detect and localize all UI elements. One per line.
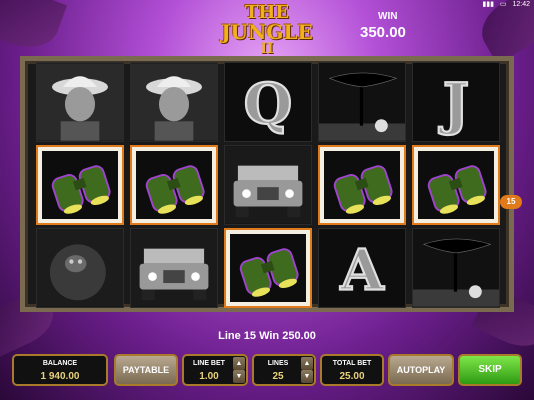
reel-2-symbol-2-binoculars (130, 145, 218, 225)
lines-display: LINES 25 ▲ ▼ (252, 354, 316, 386)
line-win-message: Line 15 Win 250.00 (218, 330, 316, 342)
lines-value: 25 (272, 371, 284, 382)
balance-value: 1 940.00 (40, 371, 80, 382)
reel-2-symbol-1-explorer (130, 62, 218, 142)
battery-icon: ▭ (499, 1, 507, 8)
reel-3-symbol-1-letter-q: Q (224, 62, 312, 142)
reel-3-symbol-3-binoculars (224, 228, 312, 308)
reel-4-symbol-3-letter-a: A (318, 228, 406, 308)
total-bet-value: 25.00 (339, 371, 365, 382)
line-bet-increase-button[interactable]: ▲ (233, 357, 245, 370)
reel-grid: Q A J (36, 62, 500, 308)
logo-line-2: JUNGLE (221, 20, 313, 44)
reel-5-symbol-1-letter-j: J (412, 62, 500, 142)
logo-line-3: II (260, 41, 274, 57)
paytable-button[interactable]: PAYTABLE (114, 354, 178, 386)
reel-2-symbol-3-jeep (130, 228, 218, 308)
reel-3-symbol-2-jeep (224, 145, 312, 225)
svg-text:A: A (339, 239, 384, 304)
lines-label: LINES (267, 360, 289, 367)
svg-text:J: J (438, 73, 469, 138)
reel-5-symbol-2-binoculars (412, 145, 500, 225)
lines-increase-button[interactable]: ▲ (301, 357, 313, 370)
reel-1-symbol-2-binoculars (36, 145, 124, 225)
reel-4-symbol-2-binoculars (318, 145, 406, 225)
skip-button[interactable]: SKIP (458, 354, 522, 386)
payline-marker: 15 (500, 195, 522, 209)
signal-icon: ▮▮▮ (482, 1, 494, 8)
balance-display: BALANCE 1 940.00 (12, 354, 108, 386)
autoplay-button[interactable]: AUTOPLAY (388, 354, 454, 386)
line-bet-label: LINE BET (193, 360, 225, 367)
reel-1-symbol-1-explorer (36, 62, 124, 142)
line-bet-value: 1.00 (199, 371, 219, 382)
total-bet-display: TOTAL BET 25.00 (320, 354, 384, 386)
win-value: 350.00 (360, 24, 406, 41)
balance-label: BALANCE (42, 360, 78, 367)
game-logo: THE JUNGLE II (212, 4, 322, 57)
reel-4-symbol-1-tree-sunset (318, 62, 406, 142)
win-label: WIN (378, 11, 398, 22)
reel-5-symbol-3-tree-sunset (412, 228, 500, 308)
lines-decrease-button[interactable]: ▼ (301, 370, 313, 383)
clock: 12:42 (512, 1, 530, 8)
line-bet-decrease-button[interactable]: ▼ (233, 370, 245, 383)
total-bet-label: TOTAL BET (332, 360, 372, 367)
line-bet-display: LINE BET 1.00 ▲ ▼ (182, 354, 248, 386)
reel-1-symbol-3-gorilla (36, 228, 124, 308)
svg-text:Q: Q (244, 73, 293, 138)
